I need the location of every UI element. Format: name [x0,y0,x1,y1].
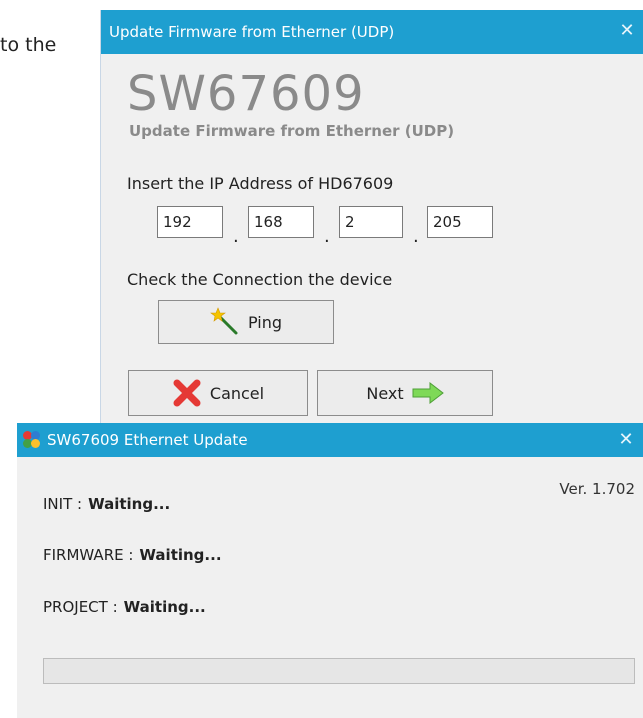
ping-button[interactable]: Ping [158,300,334,344]
ip-address-label: Insert the IP Address of HD67609 [127,174,394,193]
status-row-firmware: FIRMWARE : Waiting... [43,546,222,564]
background-text: to the [0,34,57,56]
product-subtitle: Update Firmware from Etherner (UDP) [129,122,455,140]
titlebar: Update Firmware from Etherner (UDP) ✕ [101,10,643,54]
status-value: Waiting... [123,598,206,616]
red-x-icon [172,378,202,408]
next-label: Next [366,383,404,403]
status-value: Waiting... [139,546,222,564]
ip-separator: . [413,226,419,247]
green-arrow-right-icon [412,382,444,404]
status-row-project: PROJECT : Waiting... [43,598,206,616]
cancel-label: Cancel [209,383,265,403]
status-value: Waiting... [88,495,171,513]
ip-octet-3-input[interactable]: 2 [339,206,403,238]
next-button[interactable]: Next [317,370,493,416]
status-row-init: INIT : Waiting... [43,495,170,513]
status-label: PROJECT : [43,598,118,616]
close-icon[interactable]: ✕ [615,429,637,451]
magic-wand-icon [210,307,240,337]
app-logo-icon [23,431,41,449]
status-label: FIRMWARE : [43,546,134,564]
ip-separator: . [233,226,239,247]
check-connection-label: Check the Connection the device [127,270,393,289]
close-icon[interactable]: ✕ [616,20,638,42]
progress-bar [43,658,635,684]
cancel-button[interactable]: Cancel [128,370,308,416]
ip-octet-4-input[interactable]: 205 [427,206,493,238]
ip-octet-2-input[interactable]: 168 [248,206,314,238]
update-firmware-window: Update Firmware from Etherner (UDP) ✕ SW… [100,10,643,430]
ping-label: Ping [247,312,283,332]
status-label: INIT : [43,495,83,513]
ip-octet-1-input[interactable]: 192 [157,206,223,238]
product-title: SW67609 [127,66,365,122]
window-title: Update Firmware from Etherner (UDP) [109,23,395,41]
version-label: Ver. 1.702 [559,480,635,498]
ethernet-update-window: SW67609 Ethernet Update ✕ Ver. 1.702 INI… [17,423,643,718]
ip-separator: . [324,226,330,247]
titlebar: SW67609 Ethernet Update ✕ [17,423,643,457]
window-title: SW67609 Ethernet Update [47,431,248,449]
